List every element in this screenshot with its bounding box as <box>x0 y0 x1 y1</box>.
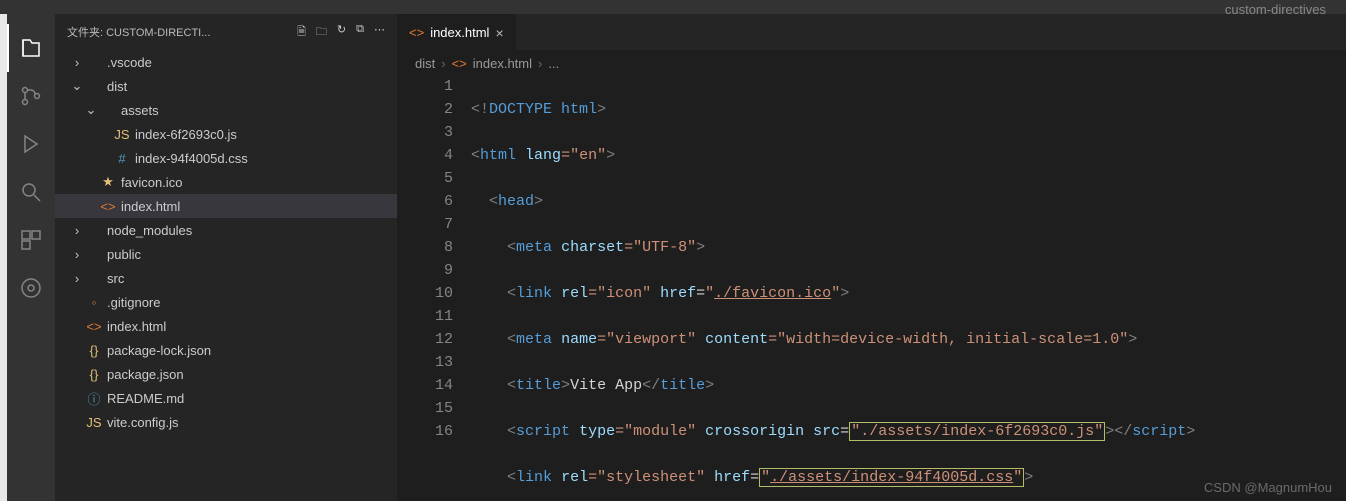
tree-item[interactable]: ⌄ assets <box>55 98 397 122</box>
tree-item-label: favicon.ico <box>121 175 182 190</box>
tree-item[interactable]: › node_modules <box>55 218 397 242</box>
file-tree: › .vscode ⌄ dist ⌄ assets JS index-6f2693c0.js #… <box>55 50 397 501</box>
file-icon: ⓘ <box>85 389 103 408</box>
tree-item[interactable]: <> index.html <box>55 314 397 338</box>
tree-item[interactable]: ⌄ dist <box>55 74 397 98</box>
breadcrumb[interactable]: dist › <> index.html › ... <box>397 51 1346 75</box>
file-icon: ★ <box>99 174 117 190</box>
tree-item[interactable]: ★ favicon.ico <box>55 170 397 194</box>
breadcrumb-segment[interactable]: dist <box>415 56 435 71</box>
extensions-icon[interactable] <box>7 216 55 264</box>
tree-item-label: index.html <box>107 319 166 334</box>
tree-item-label: assets <box>121 103 159 118</box>
tab-index-html[interactable]: <> index.html × <box>397 14 516 50</box>
run-icon[interactable] <box>7 120 55 168</box>
highlighted-src: "./assets/index-6f2693c0.js" <box>849 422 1105 441</box>
refresh-icon[interactable]: ↻ <box>337 23 346 42</box>
file-icon: ◦ <box>85 295 103 310</box>
chevron-right-icon: › <box>441 56 445 71</box>
file-icon: JS <box>113 127 131 142</box>
explorer-icon[interactable] <box>7 24 55 72</box>
file-icon: <> <box>99 199 117 214</box>
tree-item-label: index.html <box>121 199 180 214</box>
close-icon[interactable]: × <box>495 25 503 41</box>
activity-bar <box>0 14 55 501</box>
tree-item[interactable]: › .vscode <box>55 50 397 74</box>
tree-item-label: src <box>107 271 124 286</box>
highlighted-href: "./assets/index-94f4005d.css" <box>759 468 1024 487</box>
file-icon: <> <box>85 319 103 334</box>
scm-icon[interactable] <box>7 72 55 120</box>
collapse-icon[interactable]: ⧉ <box>356 23 364 42</box>
tree-item[interactable]: ◦ .gitignore <box>55 290 397 314</box>
tree-item[interactable]: JS index-6f2693c0.js <box>55 122 397 146</box>
tree-item[interactable]: JS vite.config.js <box>55 410 397 434</box>
tree-item[interactable]: # index-94f4005d.css <box>55 146 397 170</box>
gitlens-icon[interactable] <box>7 264 55 312</box>
file-icon: # <box>113 151 131 166</box>
tree-item-label: vite.config.js <box>107 415 179 430</box>
twisty-icon[interactable]: › <box>69 55 85 70</box>
twisty-icon[interactable]: › <box>69 247 85 262</box>
chevron-right-icon: › <box>538 56 542 71</box>
line-numbers: 12345678910111213141516 <box>397 75 471 501</box>
editor-tabs: <> index.html × <box>397 14 1346 51</box>
breadcrumb-segment[interactable]: index.html <box>473 56 532 71</box>
twisty-icon[interactable]: › <box>69 271 85 286</box>
explorer-sidebar: 文件夹: CUSTOM-DIRECTI... 🗎 🗀 ↻ ⧉ ⋯ › .vscod… <box>55 14 397 501</box>
tree-item-label: .gitignore <box>107 295 160 310</box>
html-icon: <> <box>409 25 424 40</box>
breadcrumb-segment[interactable]: ... <box>548 56 559 71</box>
code-body[interactable]: <!DOCTYPE html> <html lang="en"> <head> … <box>471 75 1346 501</box>
tree-item-label: index-6f2693c0.js <box>135 127 237 142</box>
tree-item-label: README.md <box>107 391 184 406</box>
more-icon[interactable]: ⋯ <box>374 23 385 42</box>
new-file-icon[interactable]: 🗎 <box>297 23 306 42</box>
twisty-icon[interactable]: ⌄ <box>83 102 99 118</box>
tree-item-label: package.json <box>107 367 184 382</box>
tree-item[interactable]: ⓘ README.md <box>55 386 397 410</box>
file-icon: JS <box>85 415 103 430</box>
top-right-badge: custom-directives <box>1225 2 1326 17</box>
tree-item[interactable]: › public <box>55 242 397 266</box>
code-editor[interactable]: 12345678910111213141516 <!DOCTYPE html> … <box>397 75 1346 501</box>
new-folder-icon[interactable]: 🗀 <box>316 23 327 42</box>
watermark: CSDN @MagnumHou <box>1204 480 1332 495</box>
file-icon: {} <box>85 343 103 358</box>
explorer-title: 文件夹: CUSTOM-DIRECTI... <box>67 24 297 40</box>
tree-item[interactable]: {} package-lock.json <box>55 338 397 362</box>
tree-item-label: package-lock.json <box>107 343 211 358</box>
tree-item-label: public <box>107 247 141 262</box>
tree-item[interactable]: › src <box>55 266 397 290</box>
search-icon[interactable] <box>7 168 55 216</box>
twisty-icon[interactable]: › <box>69 223 85 238</box>
tree-item[interactable]: <> index.html <box>55 194 397 218</box>
tree-item-label: .vscode <box>107 55 152 70</box>
menubar <box>0 0 1346 14</box>
editor-area: <> index.html × dist › <> index.html › .… <box>397 14 1346 501</box>
tree-item-label: node_modules <box>107 223 192 238</box>
tree-item[interactable]: {} package.json <box>55 362 397 386</box>
html-icon: <> <box>452 56 467 71</box>
tree-item-label: index-94f4005d.css <box>135 151 248 166</box>
tab-label: index.html <box>430 25 489 40</box>
twisty-icon[interactable]: ⌄ <box>69 78 85 94</box>
tree-item-label: dist <box>107 79 127 94</box>
file-icon: {} <box>85 367 103 382</box>
